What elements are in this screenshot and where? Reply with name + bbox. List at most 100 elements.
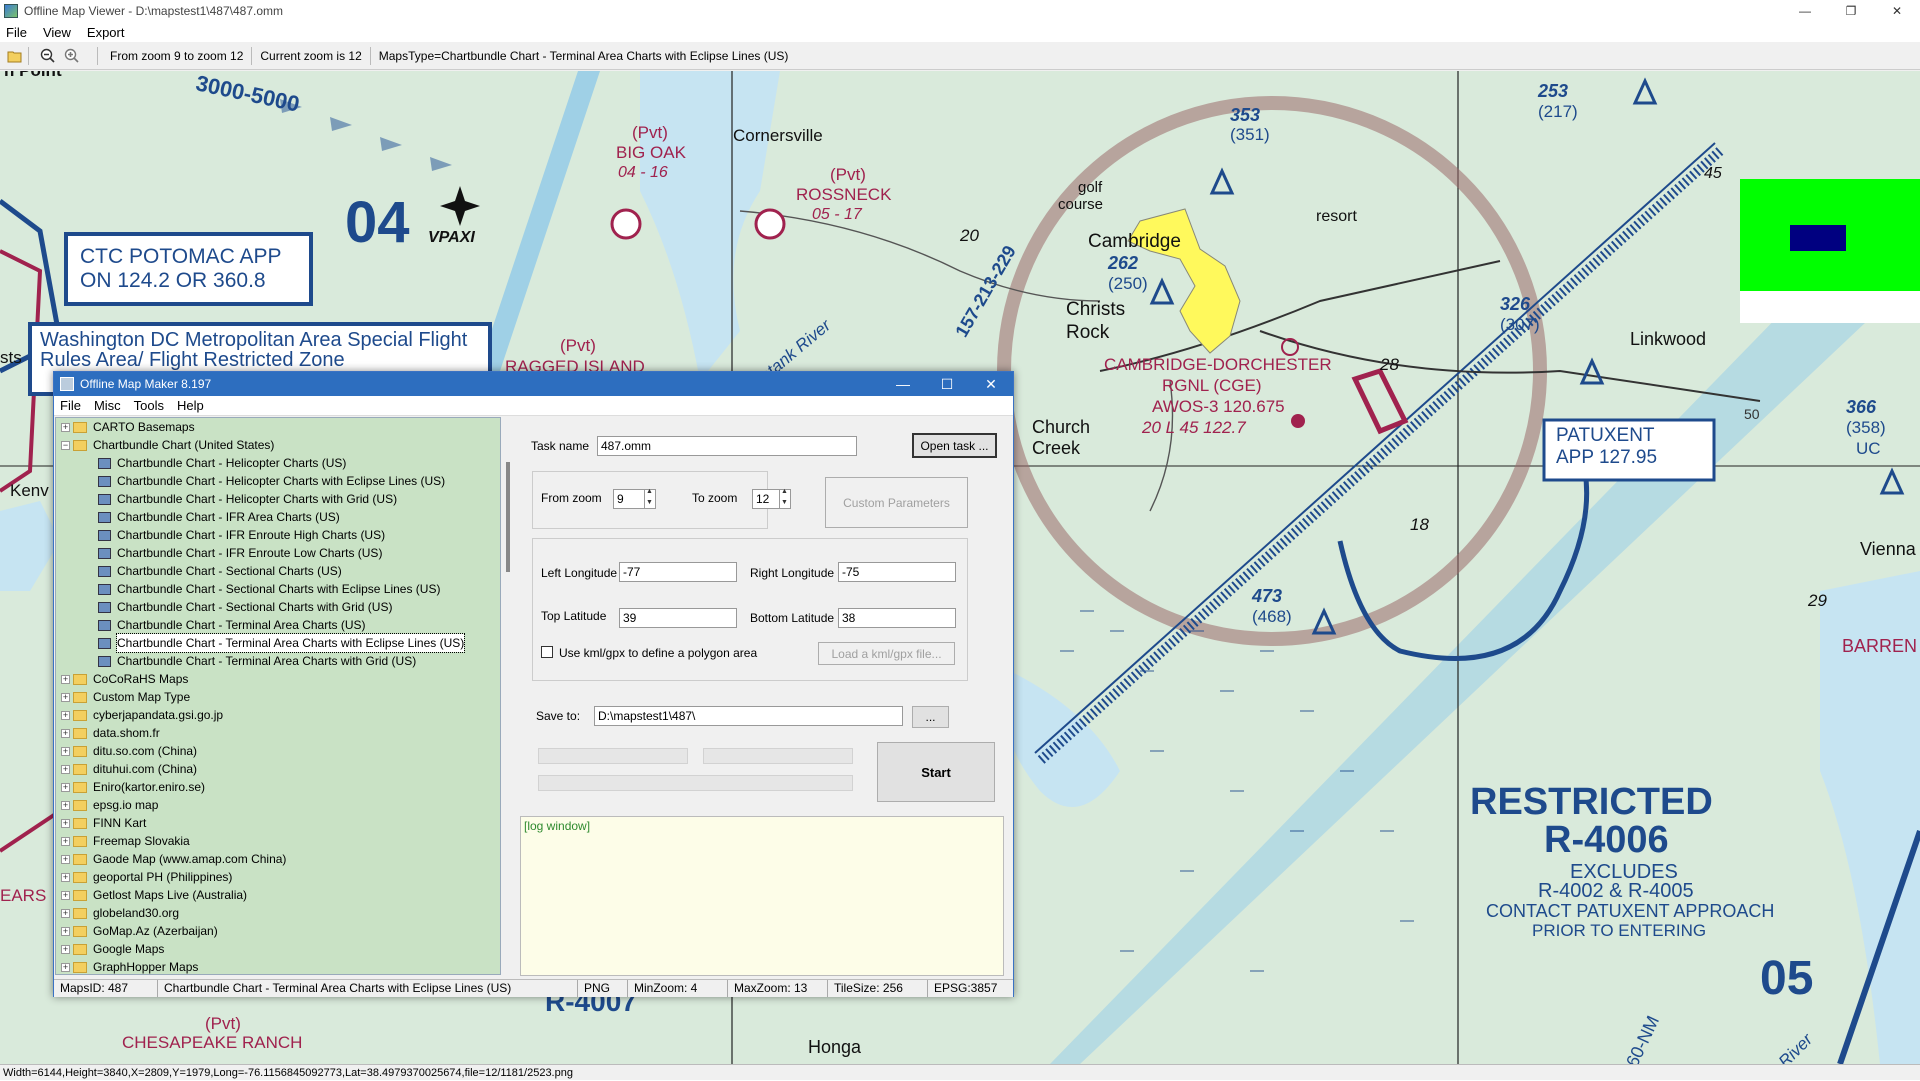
tree-folder[interactable]: + dituhui.com (China) <box>56 760 500 778</box>
tree-item-label: epsg.io map <box>93 798 159 812</box>
expand-icon[interactable]: + <box>61 692 70 702</box>
tree-folder[interactable]: − Chartbundle Chart (United States) <box>56 436 500 454</box>
tree-map-item[interactable]: Chartbundle Chart - Terminal Area Charts… <box>56 633 500 653</box>
dialog-menu-file[interactable]: File <box>60 398 81 413</box>
dialog-minimize-button[interactable]: — <box>881 372 925 396</box>
tree-map-item[interactable]: Chartbundle Chart - Terminal Area Charts… <box>56 652 500 670</box>
tree-folder[interactable]: + CoCoRaHS Maps <box>56 670 500 688</box>
custom-parameters-button[interactable]: Custom Parameters <box>825 477 968 528</box>
tree-folder[interactable]: + geoportal PH (Philippines) <box>56 868 500 886</box>
expand-icon[interactable]: + <box>61 944 70 954</box>
start-button[interactable]: Start <box>877 742 995 802</box>
open-task-button[interactable]: Open task ... <box>912 433 997 458</box>
dialog-menu-tools[interactable]: Tools <box>134 398 164 413</box>
load-kml-button[interactable]: Load a kml/gpx file... <box>818 642 955 665</box>
map-label-alt326: 326 <box>1500 294 1531 314</box>
collapse-icon[interactable]: − <box>61 440 70 450</box>
expand-icon[interactable]: + <box>61 746 70 756</box>
tree-map-item[interactable]: Chartbundle Chart - IFR Enroute High Cha… <box>56 526 500 544</box>
tree-folder[interactable]: + data.shom.fr <box>56 724 500 742</box>
status-maps-id: MapsID: 487 <box>54 980 158 997</box>
save-to-input[interactable]: D:\mapstest1\487\ <box>594 706 903 726</box>
tree-folder[interactable]: + globeland30.org <box>56 904 500 922</box>
tree-folder[interactable]: + FINN Kart <box>56 814 500 832</box>
zoom-out-icon[interactable] <box>39 47 57 65</box>
tree-map-item[interactable]: Chartbundle Chart - Helicopter Charts (U… <box>56 454 500 472</box>
tree-folder[interactable]: + cyberjapandata.gsi.go.jp <box>56 706 500 724</box>
tree-folder[interactable]: + Freemap Slovakia <box>56 832 500 850</box>
tree-map-item[interactable]: Chartbundle Chart - IFR Enroute Low Char… <box>56 544 500 562</box>
tree-map-item[interactable]: Chartbundle Chart - Sectional Charts wit… <box>56 598 500 616</box>
tree-folder[interactable]: + ditu.so.com (China) <box>56 742 500 760</box>
zoom-in-icon[interactable] <box>63 47 81 65</box>
maximize-button[interactable]: ❐ <box>1828 0 1874 22</box>
menu-file[interactable]: File <box>6 25 27 40</box>
to-zoom-spinner[interactable] <box>779 488 791 509</box>
tree-item-label: Eniro(kartor.eniro.se) <box>93 780 206 794</box>
close-button[interactable]: ✕ <box>1874 0 1920 22</box>
tree-folder[interactable]: + Getlost Maps Live (Australia) <box>56 886 500 904</box>
dialog-menu-misc[interactable]: Misc <box>94 398 121 413</box>
right-longitude-input[interactable]: -75 <box>838 562 956 582</box>
tree-map-item[interactable]: Chartbundle Chart - Sectional Charts wit… <box>56 580 500 598</box>
expand-icon[interactable]: + <box>61 764 70 774</box>
expand-icon[interactable]: + <box>61 710 70 720</box>
dialog-close-button[interactable]: ✕ <box>969 372 1013 396</box>
expand-icon[interactable]: + <box>61 422 70 432</box>
map-label-n18: 18 <box>1410 515 1429 534</box>
tree-folder[interactable]: + GoMap.Az (Azerbaijan) <box>56 922 500 940</box>
map-type-tree[interactable]: + CARTO Basemaps − Chartbundle Chart (Unite… <box>55 417 501 975</box>
expand-icon[interactable]: + <box>61 836 70 846</box>
dialog-maximize-button[interactable]: ☐ <box>925 372 969 396</box>
expand-icon[interactable]: + <box>61 854 70 864</box>
expand-icon[interactable]: + <box>61 782 70 792</box>
top-latitude-input[interactable]: 39 <box>619 608 737 628</box>
menu-export[interactable]: Export <box>87 25 125 40</box>
tree-map-item[interactable]: Chartbundle Chart - Helicopter Charts wi… <box>56 472 500 490</box>
folder-icon <box>73 961 87 973</box>
open-folder-icon[interactable] <box>6 47 24 65</box>
map-label-cornersville: Cornersville <box>733 126 823 145</box>
from-zoom-input[interactable]: 9 <box>613 489 645 509</box>
tree-scrollbar-thumb[interactable] <box>506 462 510 572</box>
tree-map-item[interactable]: Chartbundle Chart - Helicopter Charts wi… <box>56 490 500 508</box>
folder-icon <box>73 943 87 955</box>
use-kml-checkbox[interactable] <box>541 646 553 658</box>
tree-map-item[interactable]: Chartbundle Chart - IFR Area Charts (US) <box>56 508 500 526</box>
expand-icon[interactable]: + <box>61 872 70 882</box>
menu-view[interactable]: View <box>43 25 71 40</box>
expand-icon[interactable]: + <box>61 818 70 828</box>
from-zoom-spinner[interactable] <box>644 488 656 509</box>
tree-folder[interactable]: + CARTO Basemaps <box>56 418 500 436</box>
tree-map-item[interactable]: Chartbundle Chart - Terminal Area Charts… <box>56 616 500 634</box>
expand-icon[interactable]: + <box>61 908 70 918</box>
tree-folder[interactable]: + epsg.io map <box>56 796 500 814</box>
tree-folder[interactable]: + Eniro(kartor.eniro.se) <box>56 778 500 796</box>
map-label-vpaxi: VPAXI <box>428 229 475 246</box>
to-zoom-input[interactable]: 12 <box>752 489 780 509</box>
tree-folder[interactable]: + Google Maps <box>56 940 500 958</box>
task-name-input[interactable]: 487.omm <box>597 436 857 456</box>
browse-button[interactable]: ... <box>912 706 949 728</box>
expand-icon[interactable]: + <box>61 728 70 738</box>
left-longitude-input[interactable]: -77 <box>619 562 737 582</box>
log-window[interactable]: [log window] <box>520 816 1004 976</box>
expand-icon[interactable]: + <box>61 800 70 810</box>
tree-map-item[interactable]: Chartbundle Chart - Sectional Charts (US… <box>56 562 500 580</box>
bottom-latitude-input[interactable]: 38 <box>838 608 956 628</box>
minimize-button[interactable]: — <box>1782 0 1828 22</box>
tree-folder[interactable]: + Gaode Map (www.amap.com China) <box>56 850 500 868</box>
map-label-rossneck-numbers: 05 - 17 <box>812 206 862 223</box>
dialog-menu-help[interactable]: Help <box>177 398 204 413</box>
folder-icon <box>73 727 87 739</box>
expand-icon[interactable]: + <box>61 962 70 972</box>
expand-icon[interactable]: + <box>61 674 70 684</box>
tree-folder[interactable]: + Custom Map Type <box>56 688 500 706</box>
expand-icon[interactable]: + <box>61 890 70 900</box>
map-label-runway: 04 <box>345 190 410 255</box>
tree-item-label: Chartbundle Chart - IFR Enroute Low Char… <box>117 546 383 560</box>
expand-icon[interactable]: + <box>61 926 70 936</box>
dialog-title-bar[interactable]: Offline Map Maker 8.197 — ☐ ✕ <box>54 372 1013 396</box>
toolbar-divider <box>28 46 29 65</box>
tree-folder[interactable]: + GraphHopper Maps <box>56 958 500 974</box>
